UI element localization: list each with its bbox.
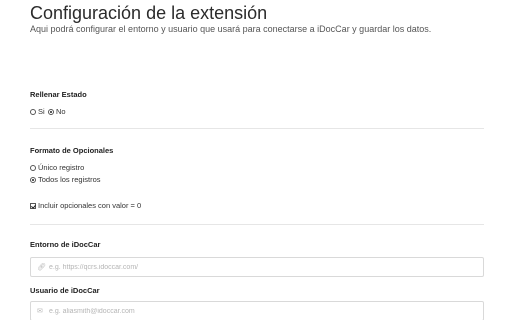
rellenar-option-no[interactable]: No [48,107,66,116]
radio-no[interactable] [48,108,54,115]
entorno-input[interactable] [49,263,469,271]
formato-opcionales-label: Formato de Opcionales [30,146,114,155]
rellenar-option-no-label: No [56,107,66,116]
usuario-label: Usuario de iDocCar [30,286,100,295]
incluir-opcionales-label: Incluir opcionales con valor = 0 [38,201,142,210]
incluir-opcionales-checkbox[interactable]: Incluir opcionales con valor = 0 [30,201,141,210]
formato-option-unico[interactable]: Único registro [30,163,84,172]
usuario-input-wrapper[interactable]: ✉︎ [30,301,484,320]
entorno-input-wrapper[interactable]: 🔗︎ [30,257,484,277]
checkbox-incluir-opcionales[interactable] [30,202,36,209]
divider-1 [30,128,484,129]
page-subtitle: Aqui podrá configurar el entorno y usuar… [30,24,432,34]
formato-option-todos-label: Todos los registros [38,175,101,184]
rellenar-estado-label: Rellenar Estado [30,90,87,99]
page-title: Configuración de la extensión [30,3,268,23]
envelope-icon: ✉︎ [37,308,43,315]
radio-unico-registro[interactable] [30,164,36,171]
link-icon: 🔗︎ [37,264,46,271]
radio-si[interactable] [30,108,36,115]
formato-option-todos[interactable]: Todos los registros [30,175,101,184]
divider-2 [30,224,484,225]
radio-todos-registros[interactable] [30,176,36,183]
entorno-label: Entorno de iDocCar [30,240,101,249]
formato-option-unico-label: Único registro [38,163,85,172]
rellenar-option-si[interactable]: Si [30,107,45,116]
rellenar-option-si-label: Si [38,107,45,116]
usuario-input[interactable] [49,307,469,315]
